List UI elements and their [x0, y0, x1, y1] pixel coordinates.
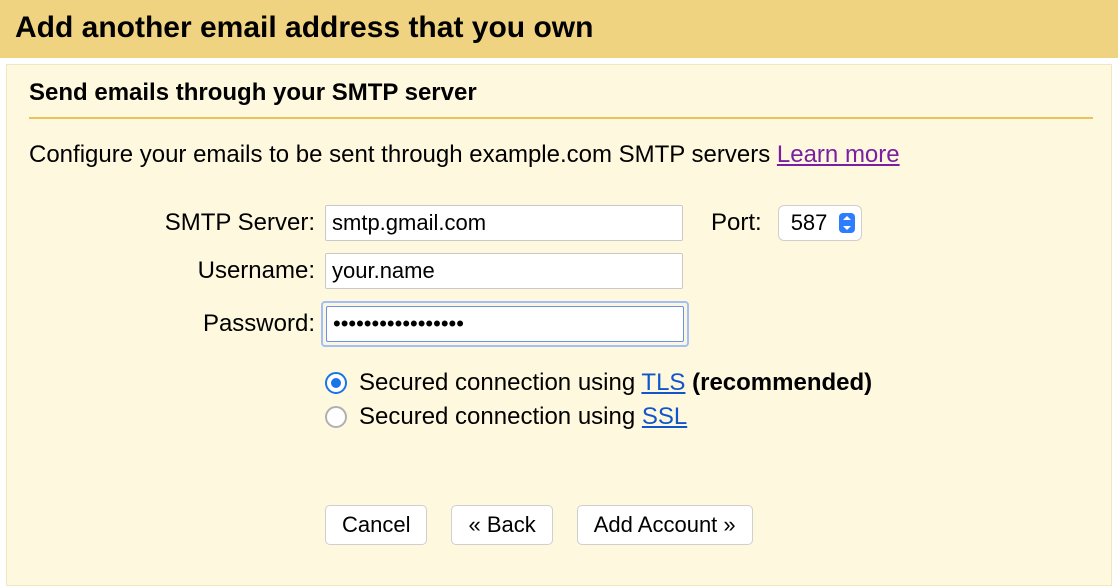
add-account-button[interactable]: Add Account » — [577, 505, 753, 545]
panel-frame: Send emails through your SMTP server Con… — [6, 64, 1112, 586]
section-title: Send emails through your SMTP server — [29, 79, 1093, 107]
description: Configure your emails to be sent through… — [29, 141, 1093, 169]
username-input[interactable] — [325, 253, 683, 289]
dialog-title: Add another email address that you own — [15, 11, 1103, 45]
password-cell — [325, 301, 685, 347]
password-label: Password: — [29, 310, 319, 338]
panel: Send emails through your SMTP server Con… — [7, 65, 1111, 585]
port-select[interactable]: 587 — [778, 205, 863, 241]
smtp-label: SMTP Server: — [29, 209, 319, 237]
smtp-server-input[interactable] — [325, 205, 683, 241]
learn-more-link[interactable]: Learn more — [777, 141, 900, 168]
stepper-icon — [839, 213, 855, 233]
password-input[interactable] — [326, 306, 684, 342]
radio-ssl-row[interactable]: Secured connection using SSL — [325, 403, 1093, 431]
port-cell: Port: 587 — [691, 205, 1093, 241]
smtp-cell — [325, 205, 685, 241]
divider — [29, 117, 1093, 119]
radio-ssl-label: Secured connection using SSL — [359, 403, 687, 431]
port-value: 587 — [791, 210, 828, 236]
back-button[interactable]: « Back — [451, 505, 552, 545]
security-radios: Secured connection using TLS (recommende… — [325, 359, 1093, 437]
button-row: Cancel « Back Add Account » — [325, 449, 1093, 545]
radio-tls-row[interactable]: Secured connection using TLS (recommende… — [325, 369, 1093, 397]
radio-tls-label: Secured connection using TLS (recommende… — [359, 369, 872, 397]
ssl-link[interactable]: SSL — [642, 403, 687, 430]
username-cell — [325, 253, 685, 289]
radio-tls[interactable] — [325, 372, 347, 394]
radio-ssl[interactable] — [325, 406, 347, 428]
tls-link[interactable]: TLS — [641, 369, 685, 396]
password-focus-ring — [321, 301, 689, 347]
username-label: Username: — [29, 257, 319, 285]
dialog-header: Add another email address that you own — [0, 0, 1118, 58]
port-label: Port: — [711, 209, 762, 237]
cancel-button[interactable]: Cancel — [325, 505, 427, 545]
form-grid: SMTP Server: Port: 587 Username: Passwor… — [29, 205, 1093, 545]
description-text: Configure your emails to be sent through… — [29, 141, 777, 168]
